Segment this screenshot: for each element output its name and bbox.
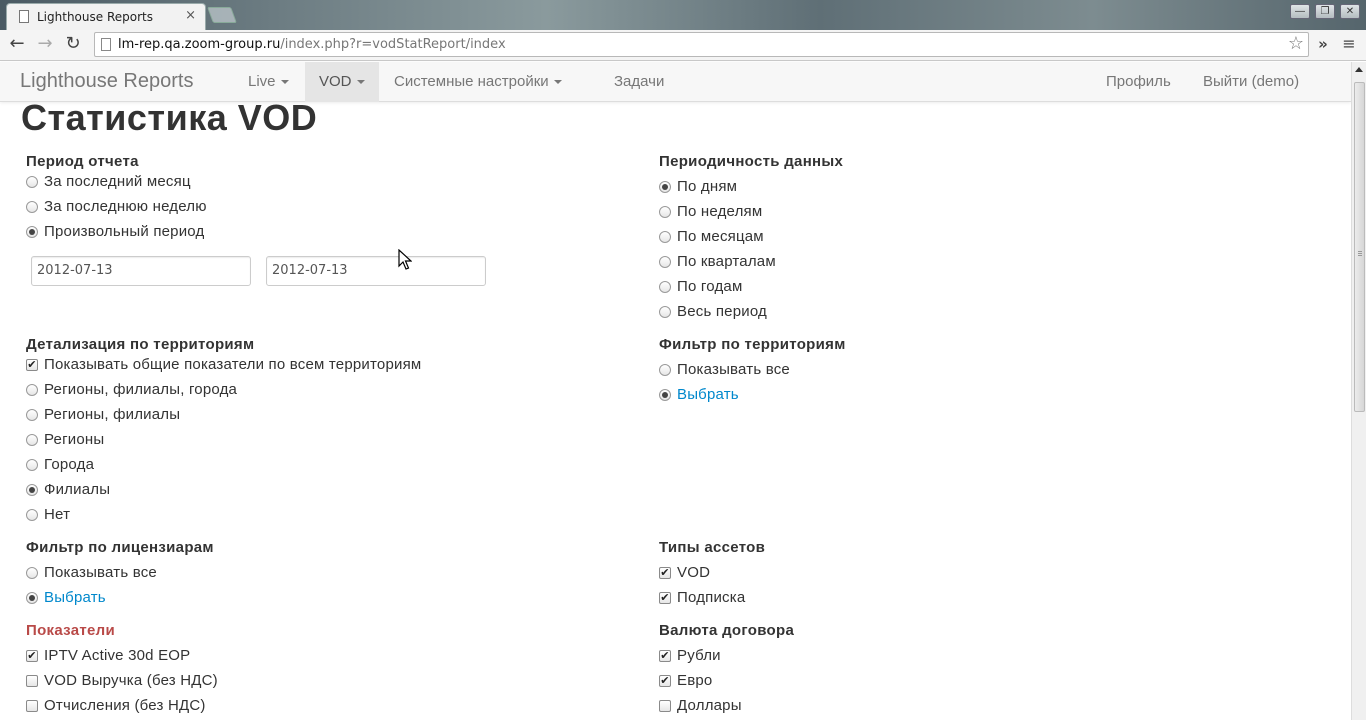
- close-window-button[interactable]: ✕: [1340, 4, 1360, 19]
- back-arrow-icon[interactable]: ←: [6, 33, 28, 55]
- page-title: Статистика VOD: [21, 102, 318, 138]
- periodicity-label: Периодичность данных: [659, 153, 844, 170]
- asset-types-label: Типы ассетов: [659, 539, 766, 556]
- nav-profile[interactable]: Профиль: [1092, 62, 1185, 102]
- tab-close-icon[interactable]: ×: [185, 8, 196, 23]
- new-tab-button[interactable]: [207, 7, 237, 23]
- caret-down-icon: [356, 80, 365, 85]
- maximize-button[interactable]: ❐: [1315, 4, 1335, 19]
- reload-icon[interactable]: ↻: [62, 33, 84, 55]
- extensions-chevron-icon[interactable]: »: [1312, 33, 1334, 55]
- nav-logout[interactable]: Выйти (demo): [1189, 62, 1313, 102]
- main-content: Статистика VOD Период отчета За последни…: [0, 102, 1351, 720]
- date-from-input[interactable]: 2012-07-13: [31, 256, 251, 286]
- browser-toolbar: ← → ↻ lm-rep.qa.zoom-group.ru/index.php?…: [0, 30, 1366, 61]
- nav-tasks[interactable]: Задачи: [600, 62, 678, 102]
- currency-label: Валюта договора: [659, 622, 795, 639]
- territory-filter-label: Фильтр по территориям: [659, 336, 846, 353]
- url-text: lm-rep.qa.zoom-group.ru/index.php?r=vodS…: [118, 37, 506, 52]
- tab-title: Lighthouse Reports: [37, 10, 153, 24]
- star-icon[interactable]: ☆: [1288, 33, 1304, 54]
- caret-down-icon: [280, 80, 289, 85]
- licensor-filter-label: Фильтр по лицензиарам: [26, 539, 214, 556]
- scrollbar-thumb[interactable]: [1354, 82, 1365, 412]
- date-to-input[interactable]: 2012-07-13: [266, 256, 486, 286]
- page-icon: [101, 38, 111, 51]
- app-navbar: Lighthouse Reports Live VOD Системные на…: [0, 62, 1351, 102]
- nav-vod[interactable]: VOD: [305, 62, 379, 102]
- minimize-button[interactable]: —: [1290, 4, 1310, 19]
- wrench-menu-icon[interactable]: ≡: [1338, 33, 1360, 55]
- indicators-label: Показатели: [26, 622, 116, 639]
- mouse-cursor-icon: [398, 249, 412, 270]
- territory-detail-label: Детализация по территориям: [26, 336, 255, 353]
- forward-arrow-icon[interactable]: →: [34, 33, 56, 55]
- address-bar[interactable]: lm-rep.qa.zoom-group.ru/index.php?r=vodS…: [94, 32, 1309, 57]
- nav-system-settings[interactable]: Системные настройки: [380, 62, 576, 102]
- caret-down-icon: [553, 80, 562, 85]
- nav-live[interactable]: Live: [234, 62, 303, 102]
- vertical-scrollbar[interactable]: [1351, 62, 1366, 720]
- report-period-label: Период отчета: [26, 153, 139, 170]
- brand-logo[interactable]: Lighthouse Reports: [20, 70, 193, 93]
- page-icon: [19, 10, 29, 23]
- browser-tab[interactable]: Lighthouse Reports ×: [6, 3, 206, 30]
- browser-tabstrip: Lighthouse Reports × — ❐ ✕: [0, 0, 1366, 30]
- scroll-up-icon[interactable]: [1355, 67, 1363, 72]
